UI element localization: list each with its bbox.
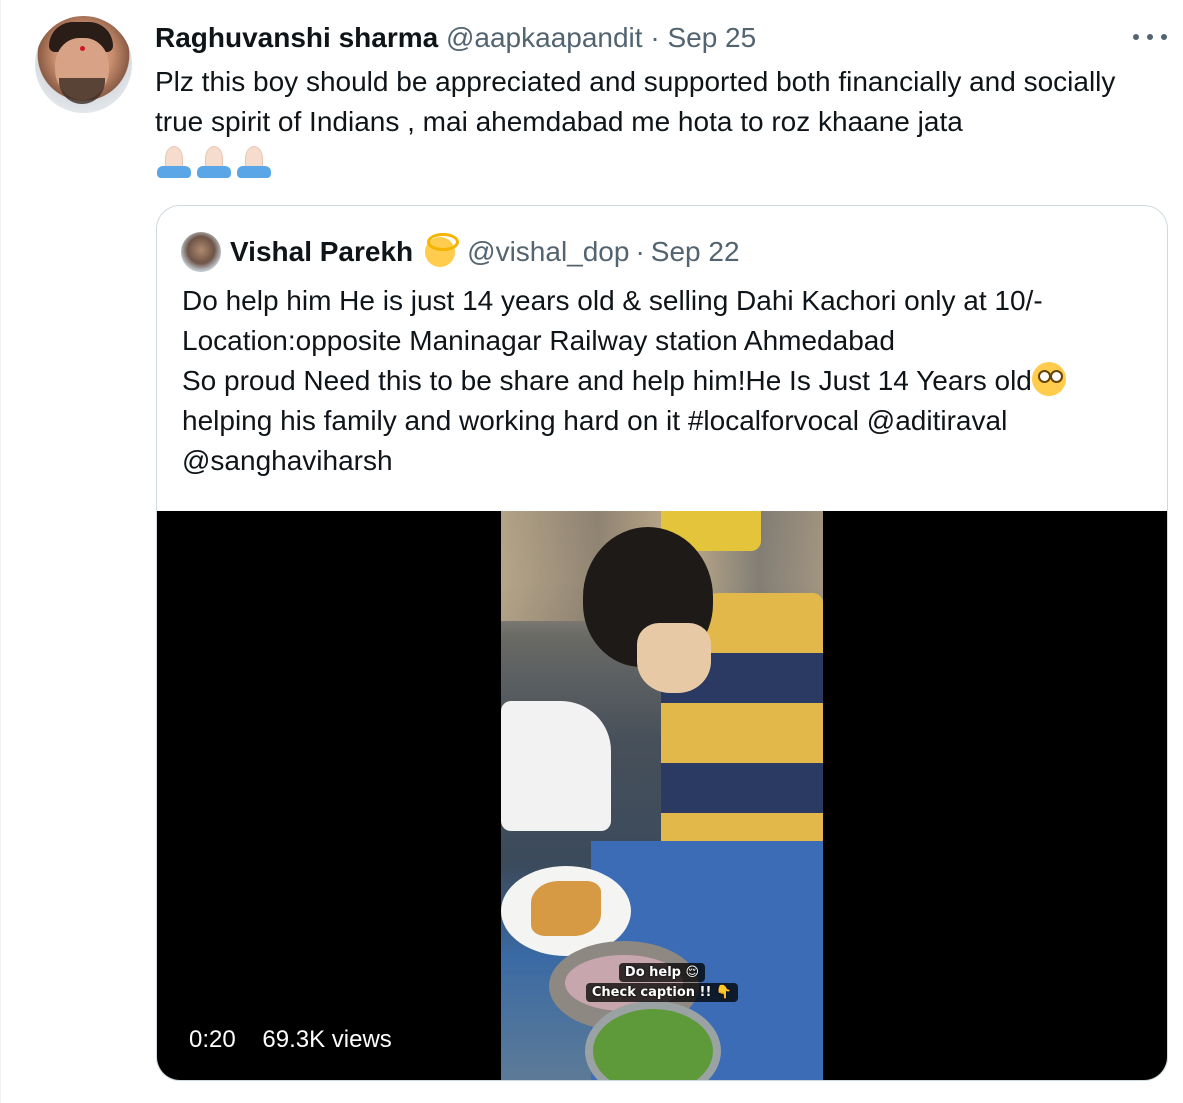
face-with-rolling-eyes-icon xyxy=(1031,362,1066,396)
quoted-tweet[interactable]: Vishal Parekh @vishal_dop · Sep 22 Do he… xyxy=(156,205,1168,1081)
quoted-author-avatar xyxy=(181,232,221,272)
dot xyxy=(1161,34,1167,40)
author-handle[interactable]: @aapkaapandit xyxy=(446,22,643,53)
video-views: 69.3K views xyxy=(262,1026,392,1053)
separator-dot: · xyxy=(635,236,645,267)
man-with-turban-icon xyxy=(425,233,460,267)
video-caption-line1: Do help 😌 xyxy=(501,963,823,982)
author-avatar[interactable] xyxy=(35,16,132,113)
tweet-date[interactable]: Sep 25 xyxy=(667,22,756,53)
dot xyxy=(1147,34,1153,40)
quoted-text-line: helping his family and working hard on i… xyxy=(182,405,1008,436)
quoted-text-line: @sanghaviharsh xyxy=(182,445,393,476)
folded-hands-emoji-row xyxy=(155,142,273,182)
quoted-tweet-date: Sep 22 xyxy=(650,236,740,267)
video-duration: 0:20 xyxy=(189,1026,236,1053)
tweet[interactable]: Raghuvanshi sharma @aapkaapandit · Sep 2… xyxy=(0,0,1183,1103)
tweet-text: Plz this boy should be appreciated and s… xyxy=(155,66,1116,137)
folded-hands-icon xyxy=(155,142,193,178)
avatar-beard xyxy=(59,78,105,104)
folded-hands-icon xyxy=(195,142,233,178)
quoted-author-name: Vishal Parekh xyxy=(230,236,414,267)
quoted-text-line: Do help him He is just 14 years old & se… xyxy=(182,285,1043,316)
video-stats: 0:20 69.3K views xyxy=(189,1023,392,1057)
dot xyxy=(1133,34,1139,40)
quoted-tweet-header: Vishal Parekh @vishal_dop · Sep 22 xyxy=(230,233,740,271)
separator-dot: · xyxy=(650,22,660,53)
quoted-text-line: So proud Need this to be share and help … xyxy=(182,361,1152,401)
video-thumbnail: Do help 😌 Check caption !! 👇 xyxy=(501,511,823,1080)
more-horizontal-icon[interactable] xyxy=(1133,22,1167,52)
quoted-text-line: Location:opposite Maninagar Railway stat… xyxy=(182,325,895,356)
video-caption-line2: Check caption !! 👇 xyxy=(501,983,823,1002)
author-name[interactable]: Raghuvanshi sharma xyxy=(155,22,438,53)
video-player[interactable]: Do help 😌 Check caption !! 👇 0:20 69.3K … xyxy=(157,511,1167,1080)
quoted-author-handle: @vishal_dop xyxy=(467,236,630,267)
tweet-header: Raghuvanshi sharma @aapkaapandit · Sep 2… xyxy=(155,20,756,56)
avatar-tilak xyxy=(80,46,85,51)
quoted-tweet-text: Do help him He is just 14 years old & se… xyxy=(182,281,1152,481)
folded-hands-icon xyxy=(235,142,273,178)
